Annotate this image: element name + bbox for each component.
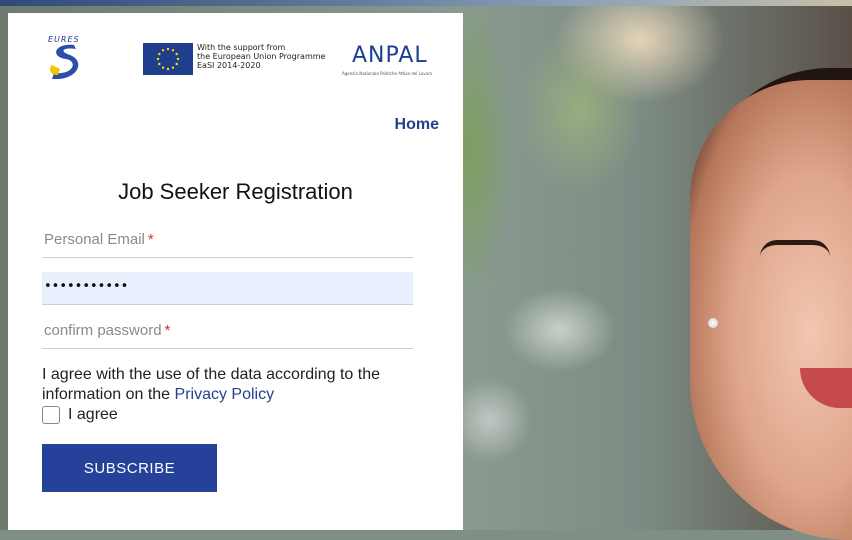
background-earring [708,318,718,328]
agree-label: I agree [68,406,118,423]
anpal-logo-text: ANPAL [352,43,428,68]
privacy-policy-link[interactable]: Privacy Policy [175,386,275,403]
registration-panel: EURES With the support from the European… [8,13,463,530]
subscribe-button[interactable]: SUBSCRIBE [42,444,217,492]
logo-strip: EURES With the support from the European… [44,35,444,85]
required-marker: * [147,231,154,248]
eu-flag-icon [143,43,193,75]
required-marker: * [164,322,171,339]
eu-support-text: With the support from the European Union… [197,43,326,70]
eures-logo-text: EURES [48,35,80,44]
anpal-logo: ANPAL Agenzia Nazionale Politiche Attive… [342,39,442,79]
background-top-strip [0,0,852,6]
email-placeholder: Personal Email * [44,231,154,248]
consent-text: I agree with the use of the data accordi… [42,366,380,403]
anpal-subtitle: Agenzia Nazionale Politiche Attive del L… [342,71,433,76]
password-value: ••••••••••• [44,279,129,294]
background-brow [760,240,830,257]
agree-checkbox[interactable] [42,406,60,424]
confirm-password-placeholder: confirm password * [44,322,171,339]
page-title: Job Seeker Registration [118,179,353,204]
eures-logo: EURES [44,35,88,80]
home-link[interactable]: Home [395,116,439,134]
